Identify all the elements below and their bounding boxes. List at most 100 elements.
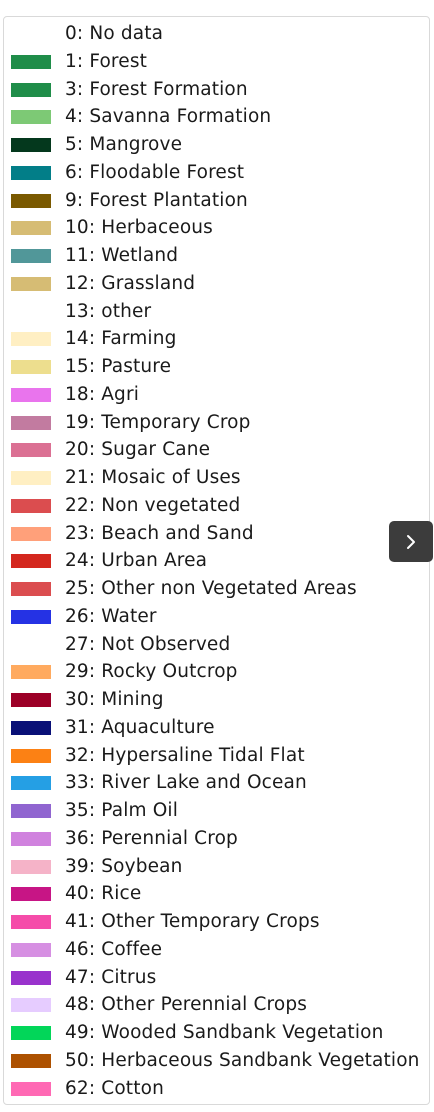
- legend-item: 10: Herbaceous: [4, 214, 429, 242]
- legend-swatch: [11, 859, 51, 874]
- legend-item: 36: Perennial Crop: [4, 825, 429, 853]
- legend-label: 10: Herbaceous: [65, 217, 213, 239]
- legend-label: 22: Non vegetated: [65, 494, 241, 516]
- legend-swatch: [11, 360, 51, 374]
- legend-label: 33: River Lake and Ocean: [65, 772, 307, 794]
- legend-item: 29: Rocky Outcrop: [4, 658, 429, 686]
- legend-label: 40: Rice: [65, 883, 142, 905]
- legend-label: 1: Forest: [65, 50, 148, 72]
- legend-swatch: [11, 276, 51, 291]
- legend-list: 0: No data 1: Forest 3: Forest Formation 4:…: [4, 20, 429, 1102]
- legend-item: 49: Wooded Sandbank Vegetation: [4, 1019, 429, 1047]
- legend-item: 35: Palm Oil: [4, 797, 429, 825]
- legend-item: 3: Forest Formation: [4, 76, 429, 104]
- legend-item: 14: Farming: [4, 325, 429, 353]
- legend-swatch: [11, 942, 51, 957]
- legend-label: 13: other: [65, 300, 152, 322]
- legend-panel: 0: No data 1: Forest 3: Forest Formation 4:…: [3, 16, 430, 1105]
- legend-label: 62: Cotton: [65, 1077, 164, 1099]
- legend-swatch: [11, 471, 51, 485]
- legend-item: 12: Grassland: [4, 270, 429, 298]
- legend-item: 13: other: [4, 298, 429, 326]
- legend-label: 35: Palm Oil: [65, 800, 178, 821]
- legend-label: 3: Forest Formation: [65, 78, 248, 100]
- legend-label: 41: Other Temporary Crops: [65, 911, 320, 932]
- legend-label: 15: Pasture: [65, 356, 172, 377]
- legend-item: 9: Forest Plantation: [4, 187, 429, 215]
- legend-swatch: [11, 915, 51, 929]
- legend-item: 25: Other non Vegetated Areas: [4, 575, 429, 603]
- legend-item: 46: Coffee: [4, 936, 429, 964]
- legend-label: 6: Floodable Forest: [65, 161, 245, 183]
- legend-label: 32: Hypersaline Tidal Flat: [65, 744, 305, 766]
- legend-item: 18: Agri: [4, 381, 429, 409]
- legend-swatch: [11, 110, 51, 125]
- legend-swatch: [11, 27, 51, 41]
- legend-swatch: [11, 831, 51, 846]
- legend-label: 48: Other Perennial Crops: [65, 994, 308, 1016]
- legend-swatch: [11, 637, 51, 652]
- legend-label: 5: Mangrove: [65, 134, 183, 155]
- legend-swatch: [11, 1026, 51, 1040]
- legend-item: 50: Herbaceous Sandbank Vegetation: [4, 1047, 429, 1075]
- legend-label: 21: Mosaic of Uses: [65, 467, 241, 488]
- legend-swatch: [11, 165, 51, 180]
- legend-swatch: [11, 221, 51, 236]
- legend-item: 11: Wetland: [4, 242, 429, 270]
- legend-swatch: [11, 304, 51, 319]
- legend-swatch: [11, 970, 51, 985]
- legend-label: 30: Mining: [65, 689, 164, 710]
- legend-item: 6: Floodable Forest: [4, 159, 429, 187]
- legend-swatch: [11, 582, 51, 596]
- legend-swatch: [11, 193, 51, 208]
- legend-label: 24: Urban Area: [65, 550, 208, 572]
- legend-swatch: [11, 1081, 51, 1096]
- legend-item: 39: Soybean: [4, 853, 429, 881]
- legend-item: 5: Mangrove: [4, 131, 429, 159]
- legend-item: 22: Non vegetated: [4, 492, 429, 520]
- legend-swatch: [11, 693, 51, 707]
- legend-label: 39: Soybean: [65, 855, 183, 877]
- legend-item: 27: Not Observed: [4, 631, 429, 659]
- legend-swatch: [11, 665, 51, 680]
- legend-item: 33: River Lake and Ocean: [4, 769, 429, 797]
- legend-item: 21: Mosaic of Uses: [4, 464, 429, 492]
- legend-item: 31: Aquaculture: [4, 714, 429, 742]
- legend-swatch: [11, 748, 51, 763]
- legend-swatch: [11, 804, 51, 818]
- legend-label: 36: Perennial Crop: [65, 827, 238, 849]
- legend-item: 23: Beach and Sand: [4, 520, 429, 548]
- legend-label: 50: Herbaceous Sandbank Vegetation: [65, 1049, 420, 1071]
- legend-swatch: [11, 138, 51, 152]
- legend-swatch: [11, 443, 51, 458]
- legend-item: 26: Water: [4, 603, 429, 631]
- legend-swatch: [11, 526, 51, 541]
- legend-item: 20: Sugar Cane: [4, 436, 429, 464]
- legend-swatch: [11, 554, 51, 569]
- legend-swatch: [11, 415, 51, 430]
- legend-label: 14: Farming: [65, 328, 177, 350]
- legend-item: 0: No data: [4, 20, 429, 48]
- legend-label: 0: No data: [65, 23, 164, 44]
- legend-item: 48: Other Perennial Crops: [4, 991, 429, 1019]
- legend-label: 11: Wetland: [65, 245, 179, 266]
- legend-item: 30: Mining: [4, 686, 429, 714]
- legend-label: 47: Citrus: [65, 966, 157, 988]
- legend-label: 31: Aquaculture: [65, 716, 215, 738]
- legend-swatch: [11, 332, 51, 347]
- legend-item: 24: Urban Area: [4, 547, 429, 575]
- legend-item: 40: Rice: [4, 880, 429, 908]
- legend-swatch: [11, 998, 51, 1013]
- legend-item: 32: Hypersaline Tidal Flat: [4, 742, 429, 770]
- legend-swatch: [11, 82, 51, 97]
- legend-label: 46: Coffee: [65, 938, 163, 960]
- legend-swatch: [11, 609, 51, 624]
- legend-swatch: [11, 776, 51, 791]
- next-button[interactable]: [389, 521, 433, 562]
- legend-label: 27: Not Observed: [65, 633, 231, 655]
- legend-item: 47: Citrus: [4, 964, 429, 992]
- legend-label: 49: Wooded Sandbank Vegetation: [65, 1022, 384, 1043]
- chevron-right-icon: [407, 534, 415, 549]
- legend-swatch: [11, 887, 51, 902]
- legend-label: 12: Grassland: [65, 272, 196, 294]
